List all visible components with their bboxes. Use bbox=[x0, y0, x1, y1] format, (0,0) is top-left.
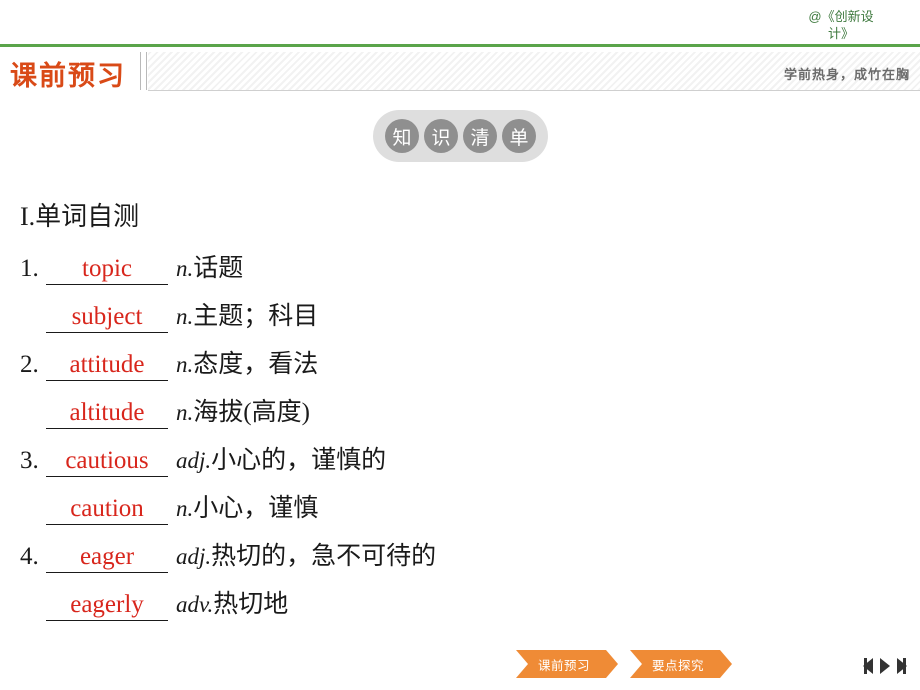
word-list: 1. topic n. 话题 subject n. 主题；科目 2. attit… bbox=[20, 248, 900, 632]
first-page-button[interactable] bbox=[863, 658, 873, 674]
section-label: I.单词自测 bbox=[20, 202, 140, 231]
meaning-text: 热切地 bbox=[213, 591, 289, 618]
meaning-text: 小心的，谨慎的 bbox=[211, 447, 387, 474]
answer-blank: attitude bbox=[46, 350, 168, 381]
header-divider-2 bbox=[146, 52, 147, 90]
meaning-text: 海拔(高度) bbox=[193, 399, 310, 426]
pill-char-2: 识 bbox=[424, 119, 458, 153]
answer-blank: caution bbox=[46, 494, 168, 525]
last-page-button[interactable] bbox=[897, 658, 907, 674]
item-number: 3. bbox=[20, 447, 39, 474]
answer-blank: cautious bbox=[46, 446, 168, 477]
part-of-speech: n. bbox=[176, 304, 194, 329]
meaning-text: 小心，谨慎 bbox=[193, 495, 319, 522]
pill-char-3: 清 bbox=[463, 119, 497, 153]
pill-char-1: 知 bbox=[385, 119, 419, 153]
answer-blank: eagerly bbox=[46, 590, 168, 621]
list-item: 1. topic n. 话题 bbox=[20, 248, 900, 296]
last-page-bar-icon bbox=[903, 658, 906, 674]
answer-blank: topic bbox=[46, 254, 168, 285]
part-of-speech: n. bbox=[176, 352, 194, 377]
watermark-line2: 计》 bbox=[827, 26, 854, 41]
page-header: 课前预习 学前热身，成竹在胸 bbox=[0, 52, 920, 92]
list-item: altitude n. 海拔(高度) bbox=[46, 392, 900, 440]
tab-ydtj[interactable]: 要点探究 bbox=[630, 650, 733, 678]
answer-blank: altitude bbox=[46, 398, 168, 429]
page-navigation bbox=[863, 658, 907, 674]
list-item: 3. cautious adj. 小心的，谨慎的 bbox=[20, 440, 900, 488]
part-of-speech: n. bbox=[176, 400, 194, 425]
item-number: 2. bbox=[20, 351, 39, 378]
meaning-text: 话题 bbox=[193, 255, 244, 282]
part-of-speech: adj. bbox=[176, 448, 212, 473]
section-heading-pill: 知 识 清 单 bbox=[373, 110, 548, 162]
meaning-text: 态度，看法 bbox=[193, 351, 319, 378]
list-item: subject n. 主题；科目 bbox=[46, 296, 900, 344]
footer-tabs: 课前预习 要点探究 bbox=[516, 650, 733, 678]
meaning-text: 热切的，急不可待的 bbox=[211, 543, 437, 570]
part-of-speech: n. bbox=[176, 496, 194, 521]
pill-char-4: 单 bbox=[502, 119, 536, 153]
watermark: @《创新设 计》 bbox=[776, 8, 906, 42]
item-number: 1. bbox=[20, 255, 39, 282]
list-item: 4. eager adj. 热切的，急不可待的 bbox=[20, 536, 900, 584]
tab-kqyx[interactable]: 课前预习 bbox=[516, 650, 619, 678]
part-of-speech: adj. bbox=[176, 544, 212, 569]
list-item: 2. attitude n. 态度，看法 bbox=[20, 344, 900, 392]
answer-blank: eager bbox=[46, 542, 168, 573]
header-divider-1 bbox=[140, 52, 141, 90]
meaning-text: 主题；科目 bbox=[193, 303, 319, 330]
part-of-speech: n. bbox=[176, 256, 194, 281]
watermark-line1: @《创新设 bbox=[808, 9, 874, 24]
page-title: 课前预习 bbox=[10, 61, 126, 91]
item-number: 4. bbox=[20, 543, 39, 570]
list-item: eagerly adv. 热切地 bbox=[46, 584, 900, 632]
tab-label: 要点探究 bbox=[652, 658, 705, 673]
part-of-speech: adv. bbox=[176, 592, 214, 617]
header-subtitle: 学前热身，成竹在胸 bbox=[783, 67, 910, 82]
list-item: caution n. 小心，谨慎 bbox=[46, 488, 900, 536]
tab-label: 课前预习 bbox=[538, 658, 591, 673]
top-green-rule bbox=[0, 44, 920, 47]
next-page-button[interactable] bbox=[880, 658, 890, 674]
triangle-left-icon bbox=[863, 658, 873, 674]
answer-blank: subject bbox=[46, 302, 168, 333]
